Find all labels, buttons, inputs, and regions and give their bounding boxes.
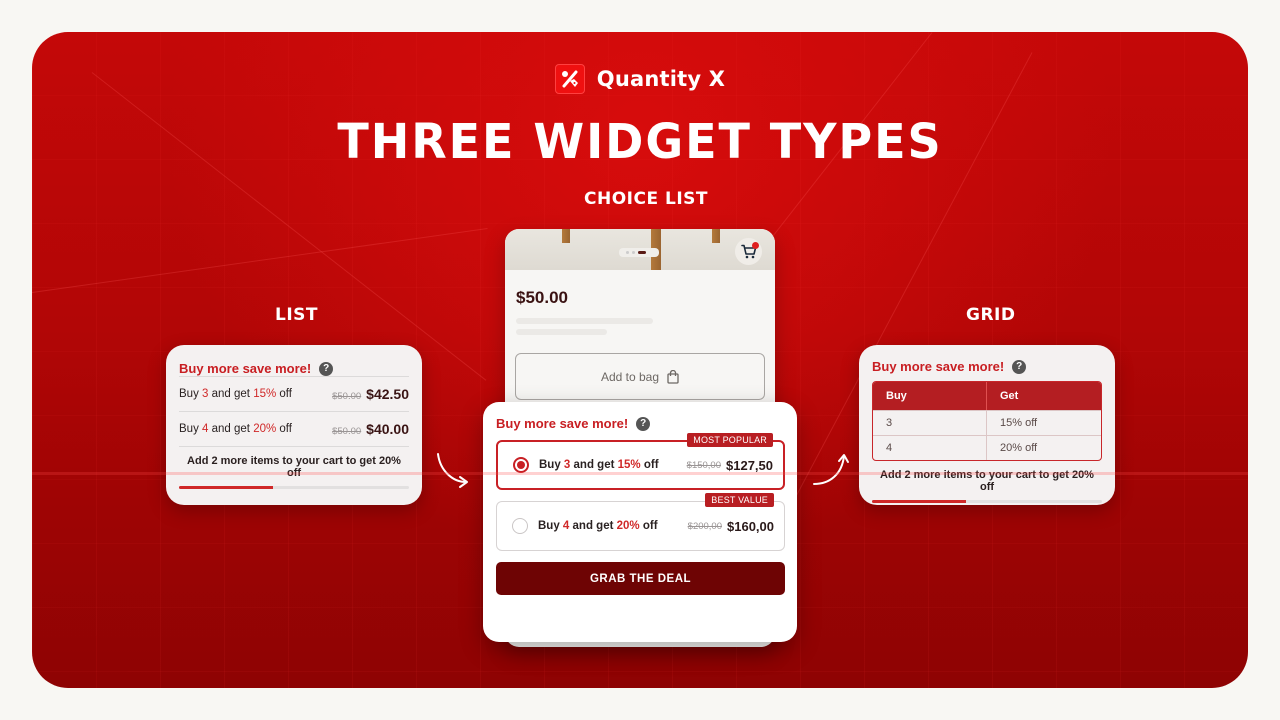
- best-value-badge: BEST VALUE: [705, 493, 774, 507]
- offer-prefix: Buy: [538, 520, 563, 532]
- skeleton-line: [516, 329, 607, 335]
- progress-bar-fill: [872, 500, 967, 503]
- column-header-buy: Buy: [873, 382, 987, 410]
- offer-discount: 15%: [617, 459, 641, 471]
- progress-message: Add 2 more items to your cart to get 20%…: [179, 446, 409, 479]
- new-price: $127,50: [726, 457, 773, 473]
- question-circle-icon[interactable]: ?: [1012, 359, 1027, 374]
- hero-banner: Quantity X THREE WIDGET TYPES LIST CHOIC…: [32, 32, 1248, 688]
- widget-heading-text: Buy more save more!: [179, 361, 312, 376]
- offer-mid: and get: [208, 423, 254, 435]
- table-row[interactable]: 4 20% off: [873, 435, 1101, 460]
- add-to-bag-button[interactable]: Add to bag: [515, 353, 765, 400]
- choice-option[interactable]: MOST POPULAR Buy 3 and get 15% off $150,…: [496, 433, 785, 490]
- offer-prices: $50.00 $40.00: [332, 421, 409, 437]
- section-label-list: LIST: [275, 305, 318, 325]
- offer-suffix: off: [276, 388, 292, 400]
- carousel-dot[interactable]: [626, 251, 629, 254]
- offer-prefix: Buy: [179, 388, 203, 400]
- widget-heading: Buy more save more! ?: [179, 361, 409, 376]
- column-header-get: Get: [1000, 390, 1019, 402]
- old-price: $200,00: [687, 520, 722, 532]
- discount-table: Buy Get 3 15% off 4 20% off: [872, 381, 1102, 461]
- most-popular-badge: MOST POPULAR: [687, 433, 773, 447]
- new-price: $40.00: [366, 421, 409, 437]
- offer-prefix: Buy: [179, 423, 203, 435]
- cart-badge: [752, 242, 759, 249]
- table-header: Buy Get: [873, 382, 1101, 410]
- radio-button[interactable]: [512, 518, 528, 534]
- add-to-bag-label: Add to bag: [600, 369, 660, 384]
- new-price: $160,00: [727, 518, 774, 534]
- carousel-dot-active[interactable]: [638, 251, 646, 254]
- section-label-grid: GRID: [966, 305, 1016, 325]
- cell-get: 20% off: [1000, 442, 1038, 454]
- cell-buy: 3: [873, 411, 987, 435]
- offer-prefix: Buy: [539, 459, 564, 471]
- chair-leg: [712, 229, 720, 243]
- offer-text: Buy 3 and get 15% off: [539, 459, 687, 471]
- choice-option[interactable]: BEST VALUE Buy 4 and get 20% off $200,00…: [496, 493, 785, 551]
- carousel-dot[interactable]: [632, 251, 635, 254]
- cart-button[interactable]: [735, 238, 762, 265]
- progress-bar-fill: [179, 486, 274, 489]
- grid-widget: Buy more save more! ? Buy Get 3 15% off …: [859, 345, 1115, 505]
- offer-discount: 20%: [616, 520, 640, 532]
- offer-mid: and get: [570, 459, 618, 471]
- choice-list-widget: Buy more save more! ? MOST POPULAR Buy 3…: [483, 402, 797, 642]
- cell-get: 15% off: [1000, 417, 1038, 429]
- widget-heading-text: Buy more save more!: [496, 416, 629, 431]
- offer-suffix: off: [276, 423, 292, 435]
- question-circle-icon[interactable]: ?: [319, 361, 334, 376]
- offer-text: Buy 4 and get 20% off: [538, 520, 688, 532]
- offer-mid: and get: [208, 388, 254, 400]
- product-price: $50.00: [516, 288, 568, 307]
- brand-name: Quantity X: [596, 67, 726, 91]
- product-image: [505, 229, 775, 270]
- progress-message: Add 2 more items to your cart to get 20%…: [880, 469, 1094, 493]
- widget-heading-text: Buy more save more!: [872, 359, 1005, 374]
- radio-button-selected[interactable]: [513, 457, 529, 473]
- widget-heading: Buy more save more! ?: [872, 359, 1102, 374]
- section-label-choice-list: CHOICE LIST: [584, 189, 708, 209]
- list-widget: Buy more save more! ? Buy 3 and get 15% …: [166, 345, 422, 505]
- offer-text: Buy 4 and get 20% off: [179, 423, 292, 435]
- old-price: $50.00: [332, 426, 362, 437]
- old-price: $150,00: [686, 459, 721, 471]
- new-price: $42.50: [366, 386, 409, 402]
- grab-the-deal-button[interactable]: GRAB THE DEAL: [496, 562, 785, 595]
- percent-tag-icon: [554, 64, 585, 94]
- progress-bar: [872, 500, 1102, 503]
- curved-arrow-icon: [813, 454, 849, 485]
- offer-suffix: off: [639, 520, 658, 532]
- brand-header: Quantity X: [32, 64, 1248, 94]
- cell-buy: 4: [873, 436, 987, 460]
- background-line: [32, 227, 488, 293]
- offer-prices: $50.00 $42.50: [332, 386, 409, 402]
- curved-arrow-icon: [437, 453, 468, 488]
- table-row[interactable]: 3 15% off: [873, 410, 1101, 435]
- offer-mid: and get: [569, 520, 617, 532]
- old-price: $50.00: [332, 391, 362, 402]
- offer-discount: 15%: [253, 388, 277, 400]
- question-circle-icon[interactable]: ?: [636, 416, 651, 431]
- offer-text: Buy 3 and get 15% off: [179, 388, 292, 400]
- shopping-bag-icon: [667, 369, 679, 384]
- chair-leg: [562, 229, 570, 243]
- carousel-indicator[interactable]: [619, 248, 659, 257]
- progress-bar: [179, 486, 409, 489]
- page-title: THREE WIDGET TYPES: [337, 114, 943, 170]
- offer-suffix: off: [640, 459, 659, 471]
- list-item[interactable]: Buy 3 and get 15% off $50.00 $42.50: [179, 376, 409, 411]
- skeleton-line: [516, 318, 653, 324]
- widget-heading: Buy more save more! ?: [496, 416, 785, 431]
- offer-discount: 20%: [253, 423, 277, 435]
- list-item[interactable]: Buy 4 and get 20% off $50.00 $40.00: [179, 411, 409, 446]
- carousel-dot[interactable]: [649, 251, 652, 254]
